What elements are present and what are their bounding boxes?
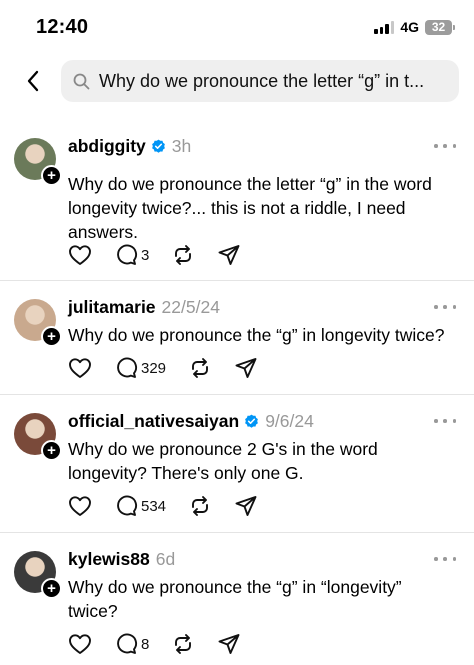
battery-level: 32 xyxy=(431,20,446,34)
post-text: Why do we pronounce the “g” in “longevit… xyxy=(68,577,402,621)
more-options-button[interactable] xyxy=(434,141,456,151)
more-icon xyxy=(434,419,438,423)
share-icon xyxy=(234,356,258,380)
search-field[interactable]: Why do we pronounce the letter “g” in t.… xyxy=(61,60,459,102)
post-actions: 534 xyxy=(68,493,280,519)
repost-button[interactable] xyxy=(171,243,195,267)
share-button[interactable] xyxy=(234,494,258,518)
like-button[interactable] xyxy=(68,244,92,266)
avatar-button[interactable]: + xyxy=(14,551,62,599)
post-item[interactable]: + julitamarie 22/5/24 Why do we pronounce t… xyxy=(0,280,474,394)
reply-count: 3 xyxy=(141,246,150,264)
back-button[interactable] xyxy=(20,66,46,96)
search-icon xyxy=(73,72,91,90)
share-icon xyxy=(234,494,258,518)
more-icon xyxy=(434,144,438,148)
follow-plus-icon[interactable]: + xyxy=(41,578,62,599)
share-icon xyxy=(217,243,241,267)
post-item[interactable]: + kylewis88 6d Why do we pronounce the “g” … xyxy=(0,532,474,665)
post-actions: 8 xyxy=(68,631,263,657)
status-time: 12:40 xyxy=(36,16,89,38)
status-indicators: 4G 32 xyxy=(374,19,455,35)
share-button[interactable] xyxy=(217,243,241,267)
more-options-button[interactable] xyxy=(434,416,456,426)
share-icon xyxy=(217,632,241,656)
reply-count: 534 xyxy=(141,497,167,515)
post-item[interactable]: + abdiggity 3h Why do we pronounce the lett… xyxy=(0,120,474,280)
like-button[interactable] xyxy=(68,495,92,517)
post-header: julitamarie 22/5/24 xyxy=(68,297,220,318)
heart-icon xyxy=(68,244,92,266)
repost-icon xyxy=(188,494,212,518)
post-text: Why do we pronounce 2 G's in the word lo… xyxy=(68,439,378,483)
heart-icon xyxy=(68,633,92,655)
post-time: 3h xyxy=(171,136,192,156)
username[interactable]: abdiggity xyxy=(68,136,146,157)
post-item[interactable]: + official_nativesaiyan 9/6/24 Why do we pr… xyxy=(0,394,474,532)
comment-icon xyxy=(114,356,138,380)
repost-button[interactable] xyxy=(171,632,195,656)
search-input[interactable]: Why do we pronounce the letter “g” in t.… xyxy=(99,71,451,92)
heart-icon xyxy=(68,357,92,379)
follow-plus-icon[interactable]: + xyxy=(41,165,62,186)
username[interactable]: kylewis88 xyxy=(68,549,150,570)
reply-button[interactable]: 534 xyxy=(114,494,166,518)
username[interactable]: julitamarie xyxy=(68,297,156,318)
repost-icon xyxy=(171,632,195,656)
reply-button[interactable]: 329 xyxy=(114,356,166,380)
verified-icon xyxy=(151,139,166,154)
repost-button[interactable] xyxy=(188,494,212,518)
reply-count: 329 xyxy=(141,359,167,377)
back-chevron-icon xyxy=(27,70,39,92)
post-header: kylewis88 6d xyxy=(68,549,175,570)
battery-icon: 32 xyxy=(425,19,455,35)
search-header: Why do we pronounce the letter “g” in t.… xyxy=(0,56,474,106)
comment-icon xyxy=(114,243,138,267)
reply-count: 8 xyxy=(141,635,150,653)
share-button[interactable] xyxy=(234,356,258,380)
heart-icon xyxy=(68,495,92,517)
post-text: Why do we pronounce the letter “g” in th… xyxy=(68,174,432,242)
post-header: abdiggity 3h xyxy=(68,136,191,157)
more-icon xyxy=(434,305,438,309)
reply-button[interactable]: 8 xyxy=(114,632,149,656)
username[interactable]: official_nativesaiyan xyxy=(68,411,239,432)
post-actions: 3 xyxy=(68,242,263,268)
post-time: 9/6/24 xyxy=(265,411,314,431)
more-options-button[interactable] xyxy=(434,302,456,312)
repost-button[interactable] xyxy=(188,356,212,380)
comment-icon xyxy=(114,494,138,518)
repost-icon xyxy=(188,356,212,380)
like-button[interactable] xyxy=(68,633,92,655)
post-header: official_nativesaiyan 9/6/24 xyxy=(68,411,314,432)
repost-icon xyxy=(171,243,195,267)
share-button[interactable] xyxy=(217,632,241,656)
follow-plus-icon[interactable]: + xyxy=(41,326,62,347)
reply-button[interactable]: 3 xyxy=(114,243,149,267)
avatar-button[interactable]: + xyxy=(14,299,62,347)
avatar-button[interactable]: + xyxy=(14,413,62,461)
comment-icon xyxy=(114,632,138,656)
more-icon xyxy=(434,557,438,561)
post-text: Why do we pronounce the “g” in longevity… xyxy=(68,325,445,345)
post-time: 6d xyxy=(155,549,176,569)
avatar-button[interactable]: + xyxy=(14,138,62,186)
like-button[interactable] xyxy=(68,357,92,379)
signal-icon xyxy=(374,20,395,34)
network-label: 4G xyxy=(400,19,419,35)
verified-icon xyxy=(244,414,259,429)
follow-plus-icon[interactable]: + xyxy=(41,440,62,461)
status-bar: 12:40 4G 32 xyxy=(0,0,474,56)
post-actions: 329 xyxy=(68,355,280,381)
post-time: 22/5/24 xyxy=(161,297,220,317)
more-options-button[interactable] xyxy=(434,554,456,564)
